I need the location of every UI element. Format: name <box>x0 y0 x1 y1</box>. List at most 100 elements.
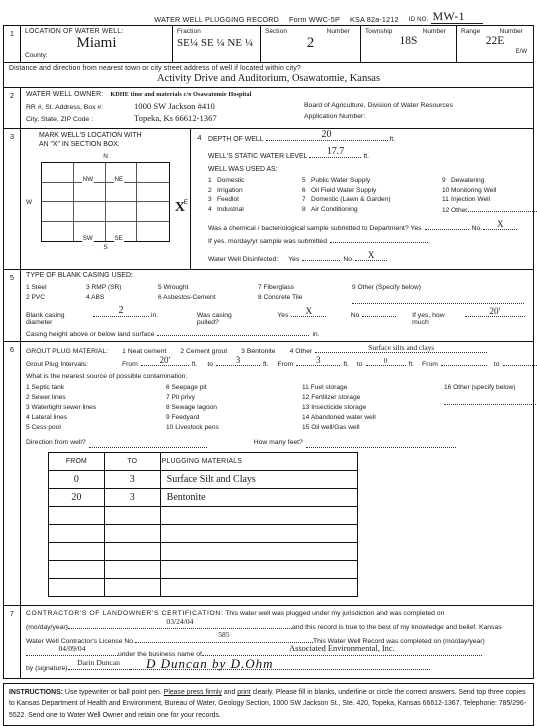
use-option[interactable]: 6Oil Field Water Supply <box>302 186 436 196</box>
contamination-option[interactable]: 2 Sewer lines <box>26 393 160 403</box>
grid-cell[interactable] <box>137 163 169 183</box>
contamination-option[interactable]: 3 Watertight sewer lines <box>26 403 160 413</box>
use-option[interactable]: 5Public Water Supply <box>302 176 436 186</box>
contamination-option[interactable]: 4 Lateral lines <box>26 413 160 423</box>
cell-from[interactable] <box>49 560 105 578</box>
cell-to[interactable] <box>104 542 160 560</box>
sample-yes-field[interactable] <box>425 221 469 230</box>
cell-from[interactable]: 20 <box>49 488 105 506</box>
casing-option[interactable]: 2 PVC <box>26 293 82 303</box>
contamination-option[interactable]: 6 Seepage pit <box>166 383 296 393</box>
casing-pulled-yes-field[interactable]: X <box>291 308 326 317</box>
use-option[interactable]: 7Domestic (Lawn & Garden) <box>302 195 436 205</box>
cell-from[interactable] <box>49 524 105 542</box>
contamination-option[interactable]: 15 Oil well/Gas well <box>302 423 438 433</box>
contamination-other-field[interactable] <box>444 397 537 405</box>
cell-material[interactable] <box>160 560 357 578</box>
direction-from-well-field[interactable] <box>89 439 207 448</box>
grout-option-other[interactable]: 4 Other <box>290 348 313 355</box>
contamination-option[interactable]: 14 Abandoned water well <box>302 413 438 423</box>
cell-from[interactable] <box>49 506 105 524</box>
use-option-other[interactable]: 12Other <box>442 205 537 216</box>
casing-other-field[interactable] <box>352 296 524 304</box>
grid-cell[interactable]: NE <box>106 163 138 183</box>
interval-3-to-field[interactable] <box>503 357 537 366</box>
cell-from[interactable]: 0 <box>49 470 105 488</box>
cell-material[interactable]: Bentonite <box>160 488 357 506</box>
interval-1-from-field[interactable]: 20' <box>141 357 189 366</box>
table-row[interactable] <box>49 506 358 524</box>
table-row[interactable] <box>49 542 358 560</box>
record-completed-date-field[interactable]: 04/09/04 <box>26 647 118 656</box>
casing-diameter-field[interactable]: 2 <box>93 308 149 317</box>
interval-2-to-field[interactable]: 0 <box>366 357 406 366</box>
casing-height-field[interactable] <box>157 327 309 336</box>
grid-cell[interactable] <box>74 183 106 203</box>
grid-cell[interactable] <box>74 202 106 222</box>
grid-cell[interactable] <box>42 222 74 242</box>
disinfected-no-field[interactable]: X <box>355 252 387 261</box>
grid-cell[interactable]: SE <box>106 222 138 242</box>
casing-option[interactable]: 1 Steel <box>26 283 82 293</box>
cell-material[interactable]: Surface Silt and Clays <box>160 470 357 488</box>
contamination-option[interactable]: 1 Septic tank <box>26 383 160 393</box>
grid-cell[interactable] <box>106 202 138 222</box>
contamination-option[interactable]: 8 Sewage lagoon <box>166 403 296 413</box>
grout-other-field[interactable]: Surface silts and clays <box>315 344 487 353</box>
casing-pulled-no-field[interactable] <box>362 308 395 317</box>
grid-cell[interactable] <box>137 222 169 242</box>
table-row[interactable] <box>49 578 358 596</box>
cell-to[interactable] <box>104 506 160 524</box>
casing-option[interactable]: 6 Asbestos-Cement <box>158 293 254 303</box>
contamination-option[interactable]: 10 Livestock pens <box>166 423 296 433</box>
grid-cell[interactable] <box>137 202 169 222</box>
table-row[interactable]: 20 3 Bentonite <box>49 488 358 506</box>
contamination-option[interactable]: 9 Feedyard <box>166 413 296 423</box>
section-box-diagram[interactable]: N S W E NW NE <box>25 154 186 252</box>
use-option[interactable]: 2Irrigation <box>208 186 296 196</box>
grid-cell[interactable]: SW <box>74 222 106 242</box>
how-many-feet-field[interactable] <box>306 439 456 448</box>
use-option[interactable]: 11Injection Well <box>442 195 537 205</box>
cell-to[interactable] <box>104 560 160 578</box>
cell-material[interactable] <box>160 524 357 542</box>
contamination-option[interactable]: 5 Cess pool <box>26 423 160 433</box>
casing-option[interactable]: 7 Fiberglass <box>258 283 348 293</box>
table-row[interactable]: 0 3 Surface Silt and Clays <box>49 470 358 488</box>
cell-to[interactable] <box>104 524 160 542</box>
disinfected-yes-field[interactable] <box>302 252 340 261</box>
casing-option[interactable]: 4 ABS <box>86 293 154 303</box>
use-option[interactable]: 1Domestic <box>208 176 296 186</box>
use-other-field[interactable] <box>468 205 537 212</box>
table-row[interactable] <box>49 560 358 578</box>
grid-cell[interactable] <box>42 202 74 222</box>
printed-name-field[interactable]: Darin Duncan <box>68 661 130 670</box>
grid-cell[interactable] <box>42 163 74 183</box>
license-number-field[interactable]: 585 <box>135 634 313 643</box>
cell-material[interactable] <box>160 578 357 596</box>
grout-option[interactable]: 2 Cement grout <box>180 348 227 355</box>
cell-to[interactable] <box>104 578 160 596</box>
contamination-option[interactable]: 13 Insecticide storage <box>302 403 438 413</box>
table-row[interactable] <box>49 524 358 542</box>
contamination-option[interactable]: 12 Fertilizer storage <box>302 393 438 403</box>
cell-material[interactable] <box>160 542 357 560</box>
sample-date-field[interactable] <box>330 234 428 243</box>
section-grid[interactable]: NW NE SW <box>41 162 170 242</box>
use-option[interactable]: 10Monitoring Well <box>442 186 537 196</box>
contamination-option[interactable]: 11 Fuel storage <box>302 383 438 393</box>
casing-option[interactable]: 3 RMP (SR) <box>86 283 154 293</box>
use-option[interactable]: 8Air Conditioning <box>302 205 436 215</box>
grout-option[interactable]: 1 Neat cement <box>122 348 166 355</box>
grout-option[interactable]: 3 Bentonite <box>241 348 275 355</box>
interval-3-from-field[interactable] <box>441 357 487 366</box>
interval-2-from-field[interactable]: 3 <box>296 357 340 366</box>
casing-other-label[interactable]: 9 Other (Specify below) <box>352 283 524 293</box>
cell-from[interactable] <box>49 578 105 596</box>
interval-1-to-field[interactable]: 3 <box>216 357 260 366</box>
depth-of-well-field[interactable]: 20 <box>266 132 388 141</box>
use-option[interactable]: 4Industrial <box>208 205 296 215</box>
contamination-option[interactable]: 7 Pit privy <box>166 393 296 403</box>
grid-cell[interactable] <box>106 183 138 203</box>
cell-to[interactable]: 3 <box>104 470 160 488</box>
